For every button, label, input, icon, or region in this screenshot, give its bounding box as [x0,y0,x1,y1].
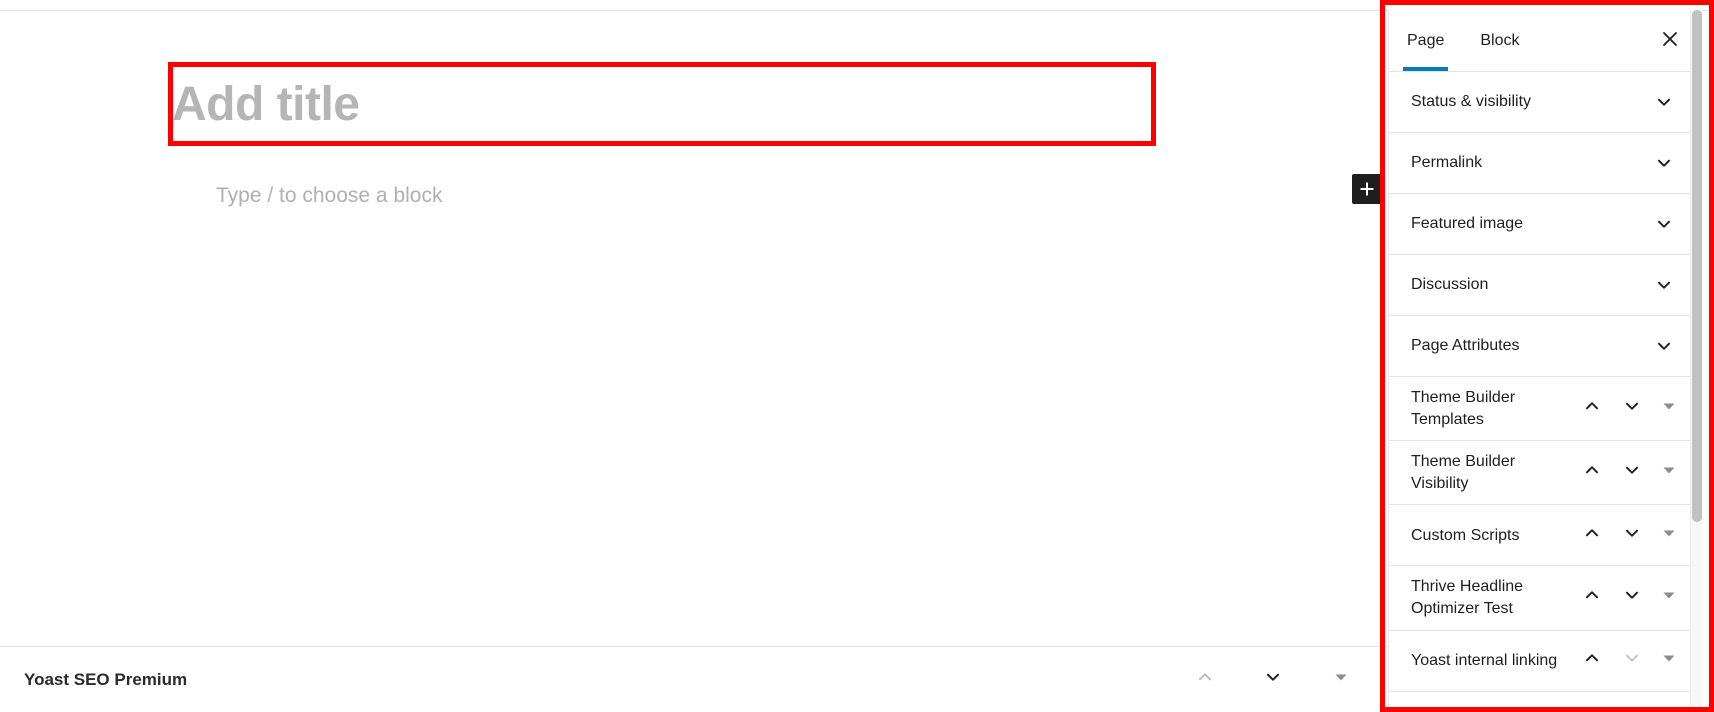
panel-label: Custom Scripts [1411,526,1520,544]
metabox-toggle-button[interactable] [1320,659,1362,701]
chevron-down-icon [1621,459,1643,486]
toggle-panel-button[interactable] [1652,389,1686,429]
move-up-button[interactable] [1572,641,1612,681]
chevron-down-icon[interactable] [1644,204,1684,244]
tab-page[interactable]: Page [1389,10,1462,71]
toggle-panel-button[interactable] [1652,453,1686,493]
panel-custom-scripts[interactable]: Custom Scripts [1389,505,1702,567]
chevron-down-icon [1621,647,1643,674]
move-down-button[interactable] [1612,515,1652,555]
metabox-actions [1184,659,1390,701]
tab-block[interactable]: Block [1462,10,1537,71]
chevron-down-icon [1262,666,1284,693]
sidebar-panel-list: Status & visibility Permalink Featured i… [1389,72,1702,692]
settings-sidebar: Page Block Status & visibility Permalink… [1388,10,1702,712]
metabox-move-down-button[interactable] [1252,659,1294,701]
close-sidebar-button[interactable] [1650,21,1690,61]
chevron-down-icon [1621,395,1643,422]
chevron-down-icon[interactable] [1644,82,1684,122]
metabox-move-up-button[interactable] [1184,659,1226,701]
sidebar-header: Page Block [1389,10,1702,72]
toggle-panel-button[interactable] [1652,515,1686,555]
panel-label: Yoast internal linking [1411,651,1558,669]
move-down-button[interactable] [1612,641,1652,681]
chevron-up-icon [1581,522,1603,549]
plus-icon [1358,180,1376,198]
panel-actions [1572,578,1702,618]
panel-permalink[interactable]: Permalink [1389,133,1702,194]
chevron-down-icon [1621,522,1643,549]
triangle-down-icon [1661,398,1677,419]
move-up-button[interactable] [1572,578,1612,618]
move-down-button[interactable] [1612,389,1652,429]
panel-label: Permalink [1411,154,1483,172]
close-icon [1660,29,1680,52]
panel-label: Featured image [1411,215,1524,233]
panel-label: Discussion [1411,276,1489,294]
panel-actions [1572,453,1702,493]
chevron-down-icon[interactable] [1644,143,1684,183]
panel-actions [1572,641,1702,681]
panel-status-and-visibility[interactable]: Status & visibility [1389,72,1702,133]
chevron-up-icon [1581,647,1603,674]
post-title-placeholder: Add title [172,78,360,131]
chevron-down-icon[interactable] [1644,326,1684,366]
panel-page-attributes[interactable]: Page Attributes [1389,316,1702,377]
post-title-input[interactable]: Add title [172,66,1252,144]
panel-yoast-internal-linking[interactable]: Yoast internal linking [1389,630,1702,692]
chevron-up-icon [1581,584,1603,611]
sidebar-tablist: Page Block [1389,10,1538,71]
panel-discussion[interactable]: Discussion [1389,255,1702,316]
triangle-down-icon [1661,587,1677,608]
triangle-down-icon [1333,669,1349,690]
toggle-panel-button[interactable] [1652,578,1686,618]
chevron-up-icon [1581,395,1603,422]
metabox-bar-yoast: Yoast SEO Premium [0,646,1390,712]
chevron-up-icon [1194,666,1216,693]
panel-thrive-headline-optimizer-test[interactable]: Thrive Headline Optimizer Test [1389,566,1702,631]
chevron-down-icon [1621,584,1643,611]
triangle-down-icon [1661,525,1677,546]
panel-label: Thrive Headline Optimizer Test [1411,578,1524,617]
panel-actions [1572,515,1702,555]
block-editor-screen: Add title Type / to choose a block Yoast… [0,0,1714,712]
chevron-down-icon[interactable] [1644,265,1684,305]
move-down-button[interactable] [1612,578,1652,618]
panel-actions [1572,389,1702,429]
block-inserter-button[interactable] [1352,174,1382,204]
sidebar-scrollbar-track[interactable] [1690,10,1702,712]
tab-block-label: Block [1480,31,1520,49]
chevron-up-icon [1581,459,1603,486]
tab-page-label: Page [1407,31,1445,49]
metabox-title: Yoast SEO Premium [24,669,188,689]
sidebar-scrollbar-thumb[interactable] [1692,10,1702,522]
move-up-button[interactable] [1572,389,1612,429]
panel-featured-image[interactable]: Featured image [1389,194,1702,255]
default-block-placeholder[interactable]: Type / to choose a block [216,185,442,206]
panel-theme-builder-templates[interactable]: Theme Builder Templates [1389,377,1702,442]
toggle-panel-button[interactable] [1652,641,1686,681]
panel-label: Theme Builder Templates [1411,389,1516,428]
editor-canvas: Add title Type / to choose a block [0,11,1390,646]
panel-theme-builder-visibility[interactable]: Theme Builder Visibility [1389,441,1702,506]
triangle-down-icon [1661,462,1677,483]
move-up-button[interactable] [1572,515,1612,555]
panel-label: Status & visibility [1411,93,1532,111]
move-up-button[interactable] [1572,453,1612,493]
panel-label: Theme Builder Visibility [1411,453,1516,492]
panel-label: Page Attributes [1411,337,1520,355]
move-down-button[interactable] [1612,453,1652,493]
triangle-down-icon [1661,650,1677,671]
